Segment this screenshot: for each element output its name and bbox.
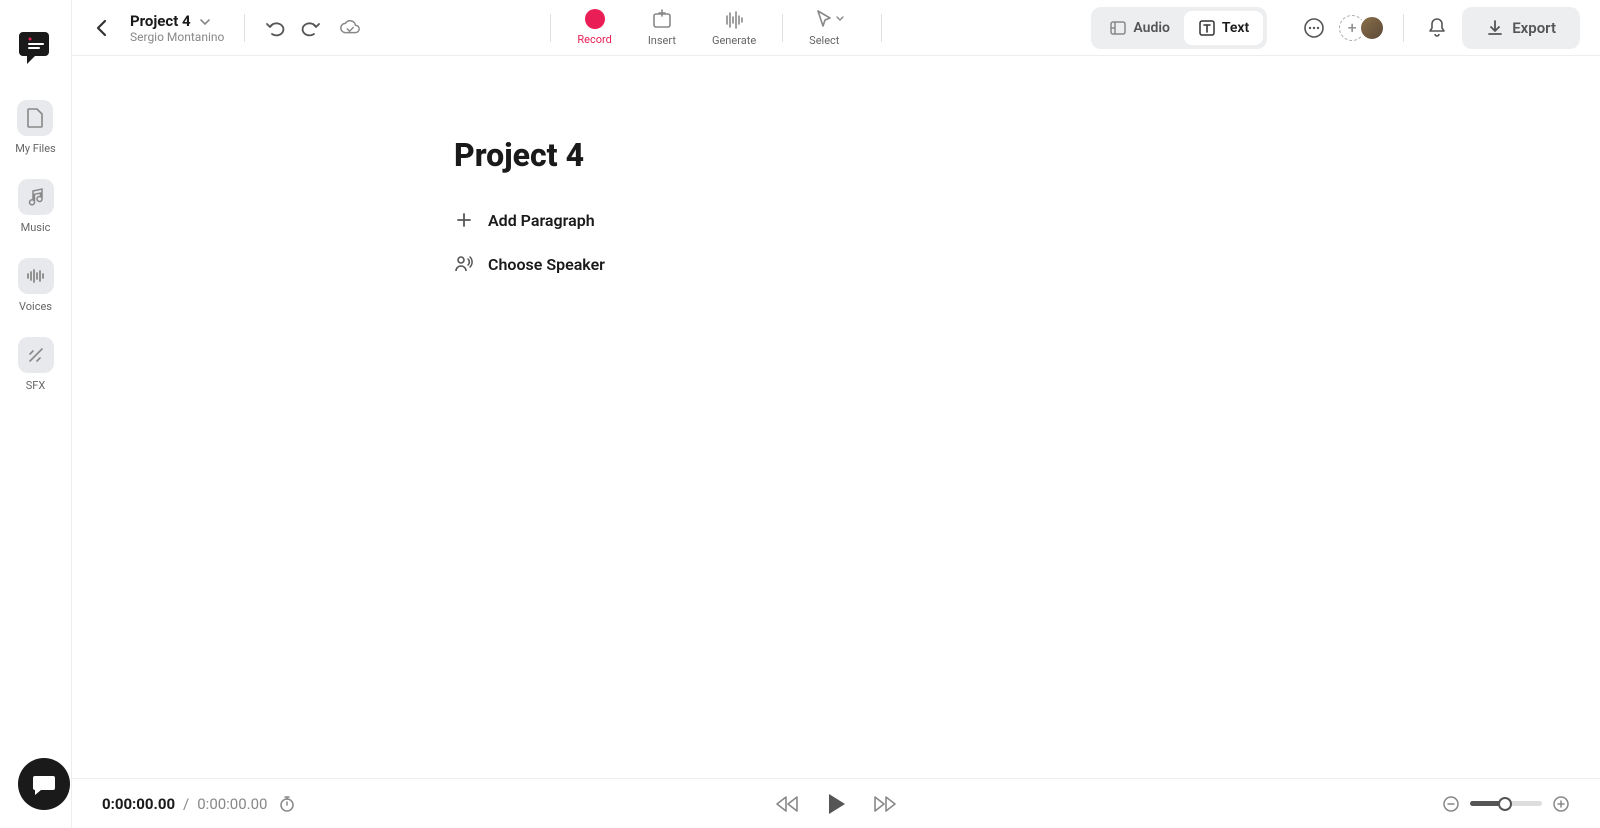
play-controls — [774, 791, 898, 817]
right-tools: + Export — [1299, 7, 1580, 49]
chevron-down-icon[interactable] — [199, 11, 211, 30]
avatar[interactable] — [1359, 15, 1385, 41]
zoom-in-button[interactable] — [1552, 795, 1570, 813]
title-block: Project 4 Sergio Montanino — [130, 11, 224, 44]
avatar-group: + — [1339, 15, 1385, 41]
center-tools: Record Insert Generate Select — [542, 4, 890, 51]
time-separator: / — [183, 795, 189, 813]
action-label: Choose Speaker — [488, 255, 605, 274]
document-title[interactable]: Project 4 — [454, 136, 1600, 174]
sidebar-item-label: Voices — [19, 300, 52, 313]
text-icon — [1198, 19, 1216, 37]
divider — [881, 14, 882, 42]
speaker-person-icon — [454, 254, 474, 274]
record-icon — [585, 9, 605, 29]
sidebar-item-sfx[interactable]: SFX — [18, 337, 54, 392]
zoom-controls — [1442, 795, 1570, 813]
redo-button[interactable] — [299, 17, 321, 39]
mode-toggle: Audio Text — [1091, 7, 1267, 49]
waveform-icon — [18, 258, 54, 294]
undo-button[interactable] — [265, 17, 287, 39]
plus-icon — [454, 210, 474, 230]
sidebar-item-label: Music — [21, 221, 51, 234]
sidebar-item-label: My Files — [15, 142, 55, 155]
app-logo[interactable] — [19, 28, 53, 66]
sidebar: My Files Music Voices SFX — [0, 0, 72, 828]
cursor-icon — [813, 8, 835, 30]
rewind-button[interactable] — [774, 791, 800, 817]
tool-label: Select — [809, 34, 839, 47]
stopwatch-button[interactable] — [279, 795, 297, 813]
chat-icon — [31, 771, 57, 797]
zoom-slider[interactable] — [1470, 801, 1542, 806]
zoom-out-button[interactable] — [1442, 795, 1460, 813]
tool-label: Generate — [712, 34, 756, 47]
duration-time: 0:00:00.00 — [197, 795, 267, 813]
action-label: Add Paragraph — [488, 211, 595, 230]
text-mode-button[interactable]: Text — [1184, 11, 1263, 45]
main: Project 4 Sergio Montanino Record — [72, 0, 1600, 828]
sfx-icon — [18, 337, 54, 373]
download-icon — [1486, 19, 1504, 37]
choose-speaker-button[interactable]: Choose Speaker — [454, 254, 1600, 274]
mode-label: Text — [1222, 20, 1249, 36]
divider — [550, 14, 551, 42]
project-owner: Sergio Montanino — [130, 30, 224, 44]
back-button[interactable] — [92, 18, 112, 38]
footer-player: 0:00:00.00 / 0:00:00.00 — [72, 778, 1600, 828]
select-button[interactable]: Select — [791, 4, 857, 51]
comments-button[interactable] — [1299, 13, 1329, 43]
content: Project 4 Add Paragraph Choose Speaker — [72, 56, 1600, 778]
music-icon — [18, 179, 54, 215]
play-button[interactable] — [824, 792, 848, 816]
audio-icon — [1109, 19, 1127, 37]
audio-mode-button[interactable]: Audio — [1095, 11, 1184, 45]
project-title: Project 4 — [130, 12, 191, 30]
current-time: 0:00:00.00 — [102, 795, 175, 813]
sidebar-item-voices[interactable]: Voices — [18, 258, 54, 313]
chat-help-button[interactable] — [18, 758, 70, 810]
insert-icon — [651, 8, 673, 30]
insert-button[interactable]: Insert — [630, 4, 694, 51]
zoom-handle[interactable] — [1498, 797, 1512, 811]
cloud-sync-button[interactable] — [339, 17, 361, 39]
time-display: 0:00:00.00 / 0:00:00.00 — [102, 795, 297, 813]
tool-label: Record — [577, 33, 611, 46]
generate-icon — [723, 8, 745, 30]
mode-label: Audio — [1133, 20, 1170, 36]
divider — [244, 14, 245, 42]
forward-button[interactable] — [872, 791, 898, 817]
file-icon — [17, 100, 53, 136]
sidebar-item-music[interactable]: Music — [18, 179, 54, 234]
sidebar-item-myfiles[interactable]: My Files — [15, 100, 55, 155]
topbar: Project 4 Sergio Montanino Record — [72, 0, 1600, 56]
divider — [782, 14, 783, 42]
tool-label: Insert — [648, 34, 676, 47]
add-paragraph-button[interactable]: Add Paragraph — [454, 210, 1600, 230]
divider — [1403, 14, 1404, 42]
notifications-button[interactable] — [1422, 13, 1452, 43]
generate-button[interactable]: Generate — [694, 4, 774, 51]
record-button[interactable]: Record — [559, 5, 629, 50]
export-button[interactable]: Export — [1462, 7, 1580, 49]
sidebar-item-label: SFX — [26, 379, 46, 392]
export-label: Export — [1512, 19, 1556, 37]
